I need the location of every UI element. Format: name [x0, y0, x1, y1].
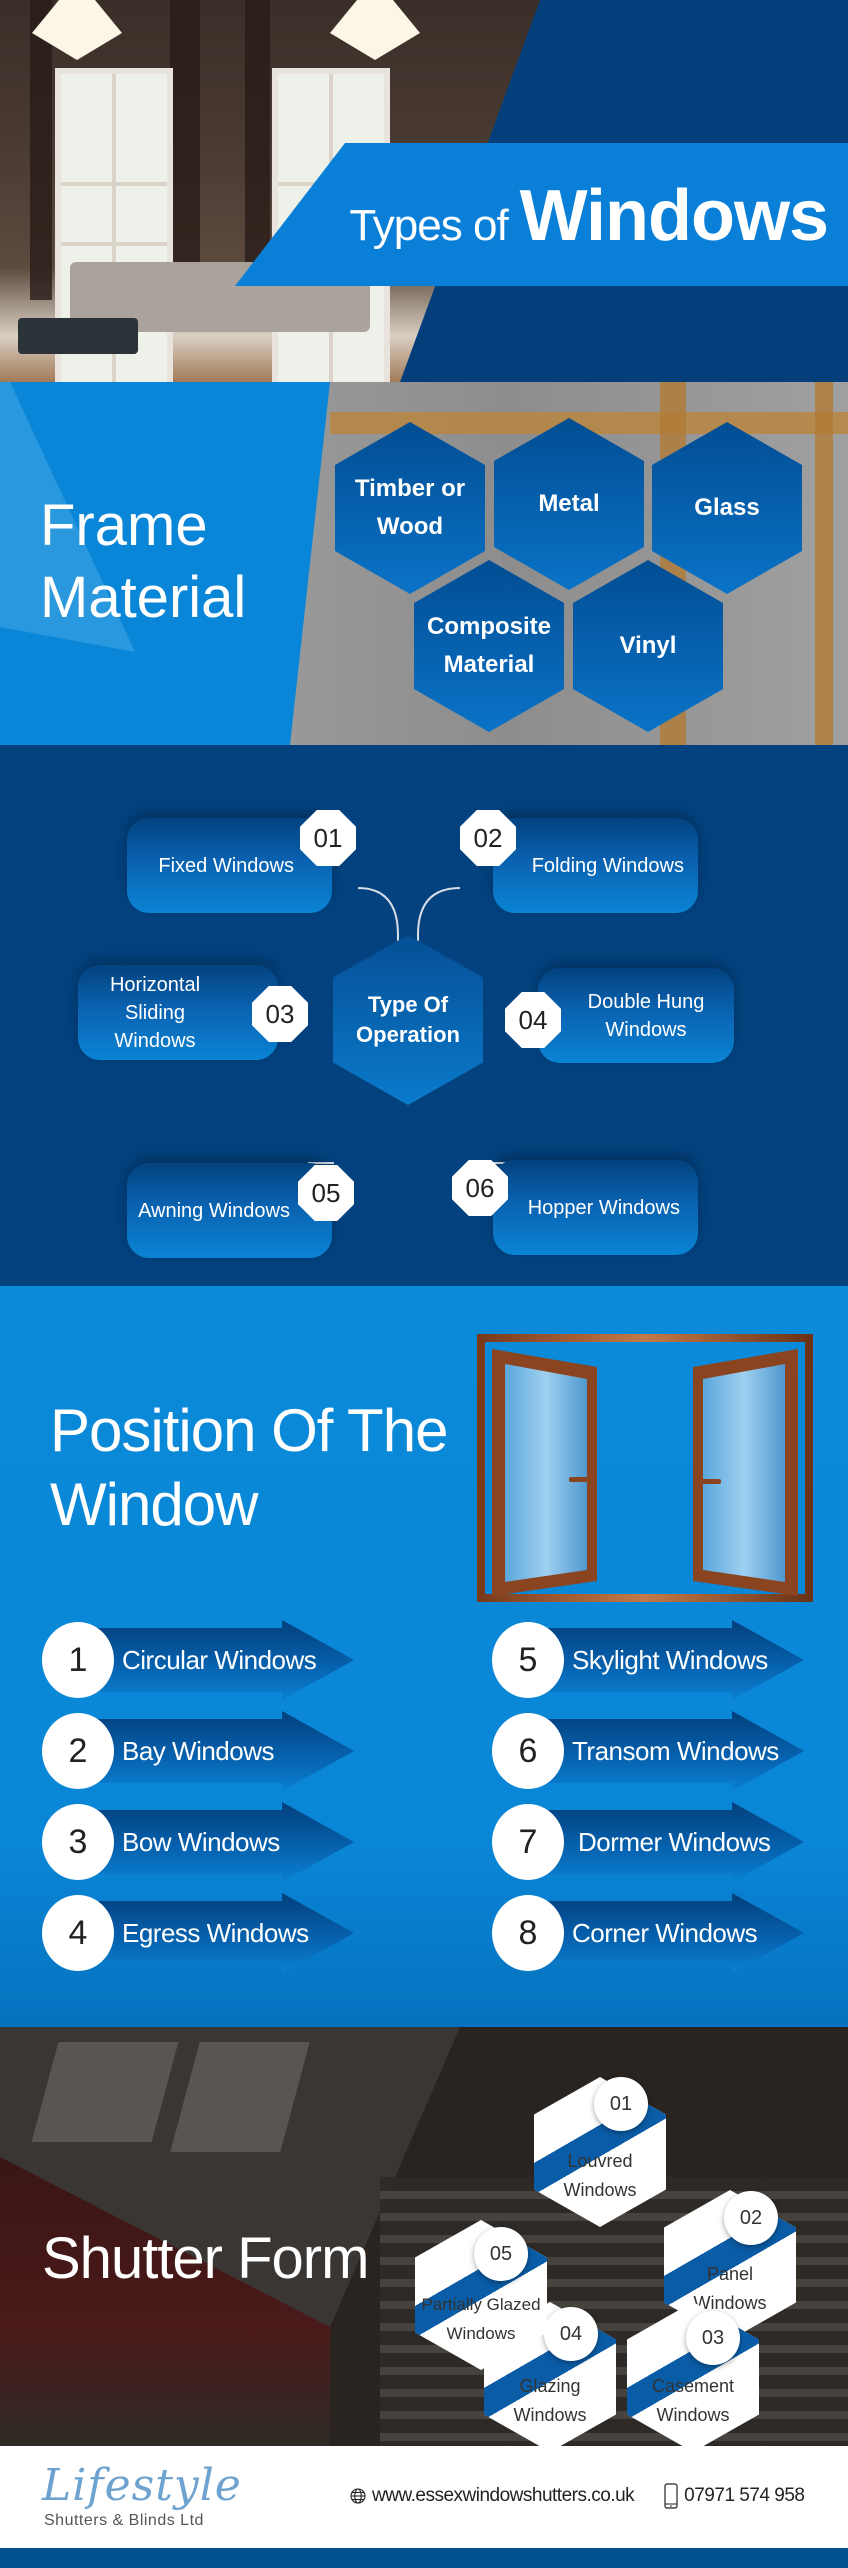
material-label: Timber or Wood [354, 475, 466, 540]
position-number: 3 [42, 1804, 114, 1880]
position-label: Bay Windows [122, 1735, 275, 1766]
shutter-number-04: 04 [544, 2307, 598, 2361]
hero-header: Types of Windows [0, 0, 848, 382]
material-label: Vinyl [619, 632, 677, 659]
position-number: 1 [42, 1622, 114, 1698]
shutter-number-05: 05 [474, 2227, 528, 2281]
section-heading: Shutter Form [42, 2226, 369, 2291]
operation-number-02: 02 [460, 810, 516, 866]
shutter-form-section: Shutter Form Louvred Windows 01 Panel Wind… [0, 2027, 848, 2446]
position-number: 5 [492, 1622, 564, 1698]
position-item-5: 5 Skylight Windows [492, 1620, 804, 1700]
operation-card-03: Horizontal Sliding Windows [78, 965, 278, 1060]
position-label: Dormer Windows [578, 1826, 771, 1857]
title-bold: Windows [519, 176, 829, 256]
operation-card-02: Folding Windows [493, 818, 698, 913]
operation-label: Horizontal Sliding Windows [109, 973, 201, 1052]
position-item-3: 3 Bow Windows [42, 1802, 354, 1882]
company-name: Shutters & Blinds Ltd [44, 2512, 204, 2529]
footer: Lifestyle Shutters & Blinds Ltd www.esse… [0, 2446, 848, 2548]
operation-label: Hopper Windows [527, 1196, 680, 1219]
heading-line: Position Of The [50, 1397, 448, 1464]
position-item-8: 8 Corner Windows [492, 1893, 804, 1973]
mobile-phone-icon [664, 2483, 678, 2509]
heading-line: Frame [40, 493, 208, 558]
page-title: Types of Windows [349, 175, 829, 257]
heading-line: Window [50, 1471, 258, 1538]
shutter-number-02: 02 [724, 2191, 778, 2245]
shutter-label: Windows [563, 2180, 637, 2200]
operation-card-05: Awning Windows [127, 1163, 332, 1258]
position-label: Bow Windows [122, 1826, 280, 1857]
section-heading: Frame Material [40, 490, 246, 634]
shutter-label: Windows [513, 2405, 587, 2425]
center-line: Type Of [367, 992, 449, 1017]
operation-number-04: 04 [505, 992, 561, 1048]
operation-number-06: 06 [452, 1160, 508, 1216]
material-label: Glass [694, 494, 760, 521]
position-number: 2 [42, 1713, 114, 1789]
operation-card-04: Double Hung Windows [538, 968, 734, 1063]
phone-number[interactable]: 07971 574 958 [684, 2485, 805, 2507]
website-link[interactable]: www.essexwindowshutters.co.uk [372, 2485, 635, 2507]
shutter-label: Windows [656, 2405, 730, 2425]
position-number: 4 [42, 1895, 114, 1971]
shutter-label: Panel [706, 2264, 754, 2284]
footer-bar [0, 2548, 848, 2568]
operation-label: Folding Windows [531, 854, 684, 877]
position-label: Transom Windows [572, 1735, 779, 1766]
shutter-label: Casement [651, 2376, 735, 2396]
operation-label: Fixed Windows [158, 854, 294, 877]
frame-material-section: Frame Material Timber or Wood Metal Glas… [0, 382, 848, 745]
operation-label: Awning Windows [138, 1199, 290, 1222]
operation-number-01: 01 [300, 810, 356, 866]
operation-card-06: Hopper Windows [493, 1160, 698, 1255]
operation-label: Double Hung Windows [587, 990, 705, 1041]
shutter-number-01: 01 [594, 2077, 648, 2131]
position-number: 8 [492, 1895, 564, 1971]
title-light: Types of [349, 201, 508, 250]
material-label: Metal [538, 490, 600, 517]
shutter-number-03: 03 [686, 2311, 740, 2365]
position-item-7: 7 Dormer Windows [492, 1802, 804, 1882]
position-item-4: 4 Egress Windows [42, 1893, 354, 1973]
company-logo: Lifestyle [42, 2460, 242, 2511]
position-number: 6 [492, 1713, 564, 1789]
ottoman [18, 318, 138, 354]
operation-number-03: 03 [252, 986, 308, 1042]
shutter-label: Windows [446, 2324, 516, 2343]
position-item-1: 1 Circular Windows [42, 1620, 354, 1700]
shutter-label: Glazing [519, 2376, 581, 2396]
globe-icon [350, 2488, 366, 2504]
position-item-6: 6 Transom Windows [492, 1711, 804, 1791]
position-number: 7 [492, 1804, 564, 1880]
position-label: Corner Windows [572, 1917, 758, 1948]
operation-number-05: 05 [298, 1165, 354, 1221]
position-label: Circular Windows [122, 1644, 317, 1675]
position-item-2: 2 Bay Windows [42, 1711, 354, 1791]
heading-line: Material [40, 565, 247, 630]
shutter-label: Louvred [567, 2151, 633, 2171]
position-label: Skylight Windows [572, 1644, 768, 1675]
material-label: Composite Material [426, 613, 551, 678]
shutter-label: Partially Glazed [421, 2295, 541, 2314]
contact-info: www.essexwindowshutters.co.uk 07971 574 … [350, 2483, 805, 2509]
open-window-illustration [477, 1334, 813, 1602]
position-label: Egress Windows [122, 1917, 309, 1948]
center-line: Operation [356, 1022, 460, 1047]
pendant-lamp [330, 0, 420, 60]
section-heading: Position Of The Window [50, 1394, 448, 1542]
